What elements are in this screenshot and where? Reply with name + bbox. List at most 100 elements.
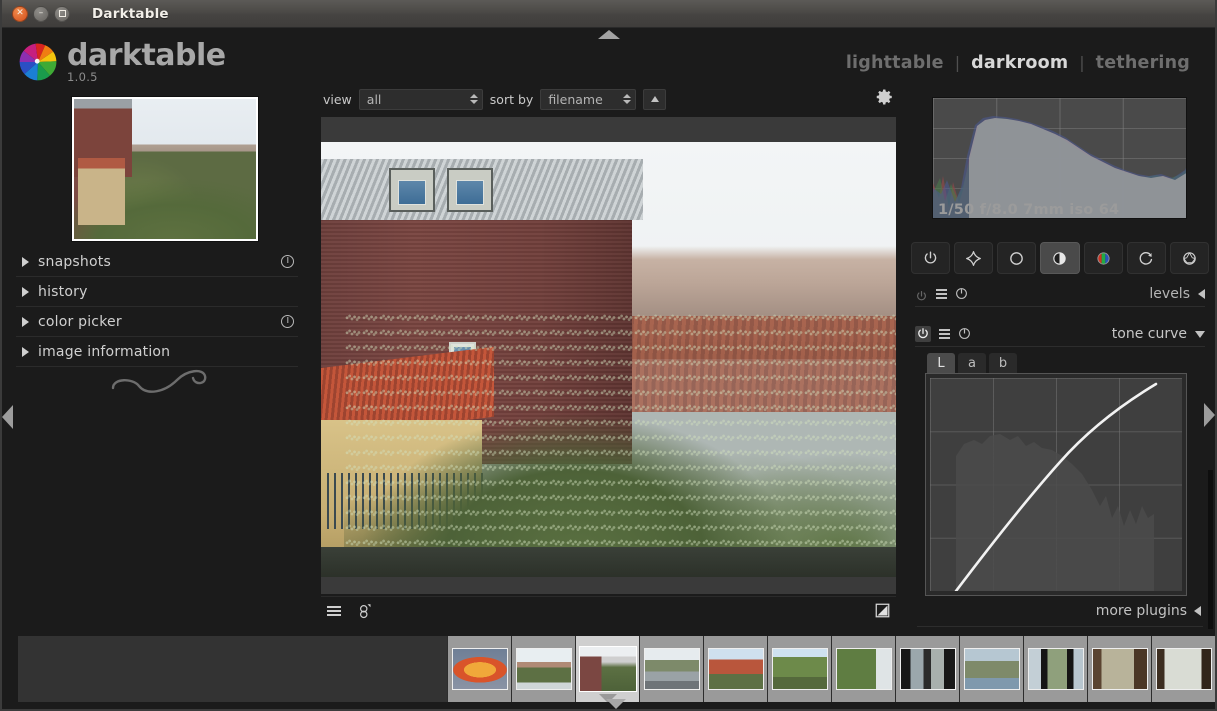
module-group-basic[interactable] [997,242,1037,274]
nav-tethering[interactable]: tethering [1085,53,1201,73]
filmstrip [2,629,1215,709]
triangle-up-icon [650,96,659,102]
module-group-correct[interactable] [1126,242,1166,274]
more-plugins-label: more plugins [1095,603,1187,619]
triangle-right-icon [22,286,29,297]
view-switcher: lighttable | darkroom | tethering [835,53,1201,73]
hamburger-menu-icon[interactable] [327,605,341,616]
view-label: view [323,91,352,107]
darkroom-bottom-toolbar [321,596,896,624]
power-icon[interactable] [915,288,928,301]
list-item[interactable] [1087,636,1151,702]
sort-direction-button[interactable] [643,88,667,110]
sidebar-item-label: color picker [38,313,122,330]
presets-icon[interactable] [939,329,950,339]
star-icon [966,250,982,266]
image-canvas[interactable] [321,117,896,594]
navigation-preview-image [74,99,256,239]
app-header: darktable 1.0.5 lighttable | darkroom | … [2,40,1215,85]
grouping-icon[interactable] [357,602,375,620]
sort-select[interactable]: filename [540,88,637,110]
list-item[interactable] [1151,636,1215,702]
reset-icon[interactable] [281,315,294,328]
tone-curve-channel-tabs: L a b [927,353,1017,373]
maximize-button[interactable] [54,5,70,22]
left-panel-collapse[interactable] [2,405,13,429]
tone-curve-editor[interactable] [925,373,1187,596]
tab-b[interactable]: b [989,353,1017,373]
filmstrip-controls: view all sort by filename [312,85,905,113]
module-group-effect[interactable] [1169,242,1209,274]
sidebar-item-label: history [38,283,88,300]
list-item[interactable] [895,636,959,702]
module-group-tone[interactable] [1040,242,1080,274]
half-filled-circle-icon [1053,251,1067,265]
divider [917,626,1203,627]
minimize-button[interactable]: – [33,5,49,22]
module-levels-title: levels [1149,286,1190,302]
circular-arrow-icon [1139,251,1152,265]
list-item[interactable] [511,636,575,702]
triangle-right-icon [22,316,29,327]
list-item[interactable] [831,636,895,702]
triangle-down-icon [1195,330,1205,338]
reset-icon[interactable] [955,285,968,304]
reset-icon[interactable] [281,255,294,268]
brand-name: darktable [67,38,226,74]
filmstrip-collapse[interactable] [606,699,626,709]
right-panel-collapse[interactable] [1204,403,1215,427]
sidebar-item-color-picker[interactable]: color picker [16,307,298,337]
triangle-right-icon [22,256,29,267]
power-icon[interactable] [915,326,931,342]
filmstrip-track[interactable] [18,636,1215,702]
list-item[interactable] [959,636,1023,702]
left-module-list: snapshots history color picker image inf… [16,247,298,367]
module-group-color[interactable] [1083,242,1123,274]
list-item[interactable] [1023,636,1087,702]
triangle-up-icon [597,29,620,39]
histogram-plot [933,116,1186,218]
list-item[interactable] [703,636,767,702]
center-view: view all sort by filename [312,85,905,629]
tab-L[interactable]: L [927,353,955,373]
tone-curve-plot [954,382,1158,591]
module-tone-curve-title: tone curve [1111,326,1187,342]
left-panel: snapshots history color picker image inf… [2,85,312,629]
sidebar-item-snapshots[interactable]: snapshots [16,247,298,277]
settings-gear-button[interactable] [876,88,894,110]
list-item[interactable] [767,636,831,702]
module-group-favorites[interactable] [954,242,994,274]
window-titlebar: ✕ – Darktable [2,0,1215,28]
module-levels-header[interactable]: levels [915,282,1205,307]
list-item[interactable] [639,636,703,702]
chevron-updown-icon [469,94,478,104]
photo-dormer-window-2 [447,168,493,213]
navigation-thumbnail[interactable] [71,96,259,242]
shutter-icon [1183,251,1196,265]
more-plugins-button[interactable]: more plugins [1096,603,1201,619]
view-select[interactable]: all [358,88,483,110]
tab-a[interactable]: a [958,353,986,373]
presets-icon[interactable] [936,289,947,299]
photo-tree [344,307,896,577]
darktable-aperture-logo [19,43,57,81]
list-item[interactable] [575,636,639,702]
close-button[interactable]: ✕ [12,5,28,22]
triangle-left-icon [1194,606,1201,616]
histogram-widget[interactable]: 1/50 f/8.0 7mm iso 64 [932,97,1187,219]
brand: darktable 1.0.5 [18,38,226,84]
rgb-circle-icon [1097,251,1110,265]
brand-version: 1.0.5 [67,69,98,84]
module-group-tabs [911,242,1209,274]
aspect-ratio-icon[interactable] [875,603,890,618]
list-item[interactable] [447,636,511,702]
sidebar-item-history[interactable]: history [16,277,298,307]
triangle-left-icon [1198,289,1205,299]
nav-darkroom[interactable]: darkroom [960,53,1079,73]
triangle-right-icon [22,346,29,357]
module-group-active[interactable] [911,242,951,274]
nav-lighttable[interactable]: lighttable [835,53,955,73]
module-tone-curve-header[interactable]: tone curve [915,322,1205,347]
reset-icon[interactable] [958,325,971,344]
sort-by-label: sort by [489,91,534,107]
